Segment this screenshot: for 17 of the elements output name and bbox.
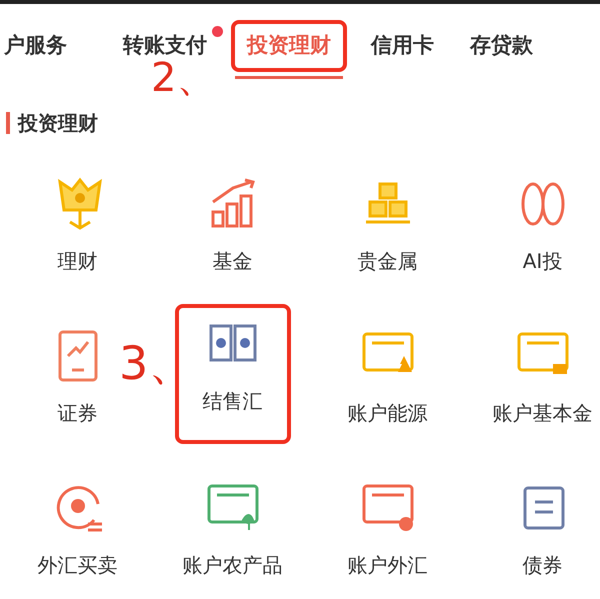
menu-item[interactable]: 账户农产品 [174, 472, 290, 599]
menu-item[interactable]: 债券 [484, 472, 600, 599]
menu-item[interactable]: 结售汇 [174, 304, 290, 444]
tab[interactable]: 投资理财 [247, 30, 331, 62]
tab[interactable]: 信用卡 [371, 30, 434, 62]
menu-item[interactable]: 外汇买卖 [20, 472, 136, 599]
tab[interactable]: 存贷款 [470, 30, 533, 62]
menu-item[interactable]: 账户外汇 [330, 472, 446, 599]
menu-item[interactable]: 理财 [20, 168, 136, 300]
section-title: 投资理财 [18, 110, 98, 137]
menu-item[interactable]: 贵金属 [330, 168, 446, 300]
menu-item[interactable]: 基金 [174, 168, 290, 300]
section-marker [6, 112, 10, 134]
tab[interactable]: 户服务 [4, 30, 67, 62]
menu-item[interactable]: 账户基本金 [484, 320, 600, 452]
menu-item[interactable]: AI投 [484, 168, 600, 300]
menu-item[interactable]: 账户能源 [330, 320, 446, 452]
